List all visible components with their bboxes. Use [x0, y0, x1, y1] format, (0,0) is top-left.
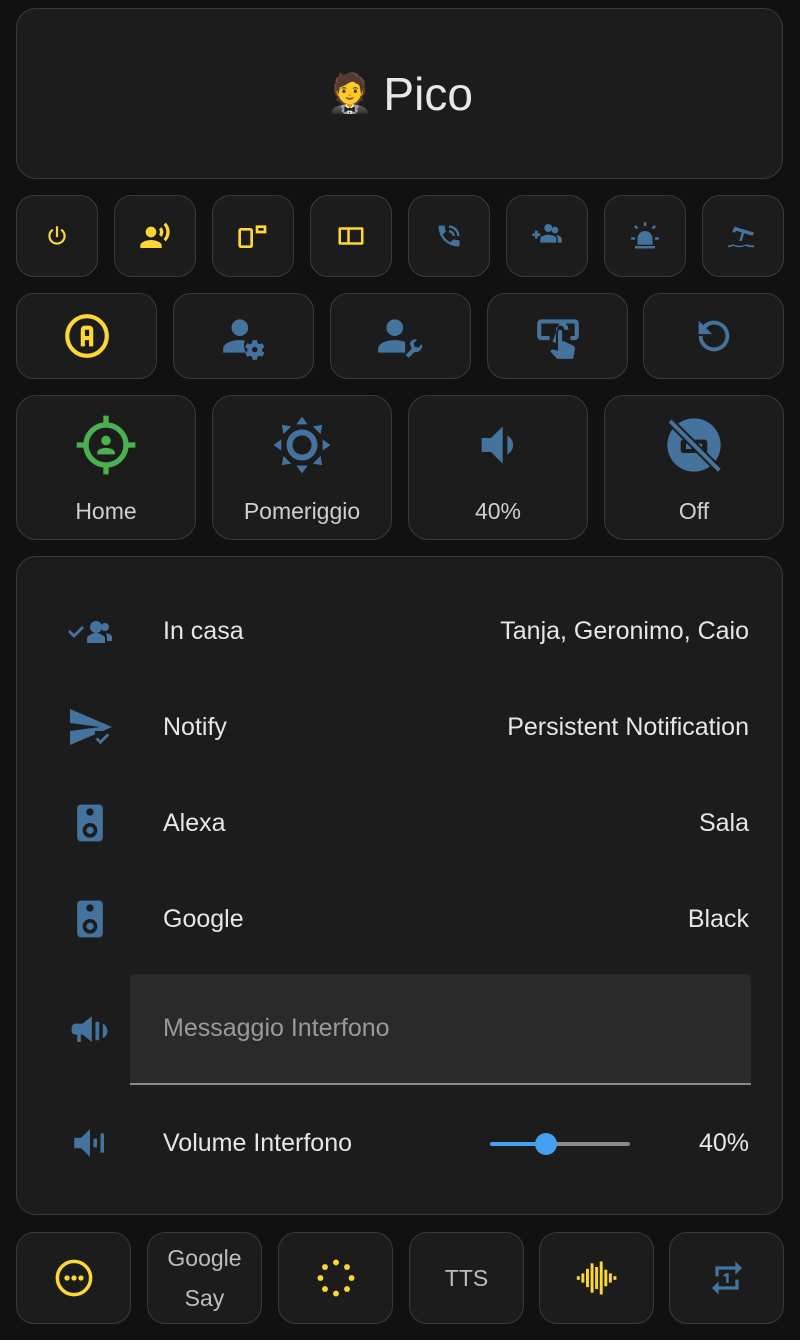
row-notify[interactable]: Notify Persistent Notification — [17, 697, 782, 757]
alpha-a-circle-icon — [64, 314, 109, 358]
row-name: Alexa — [163, 808, 226, 837]
gesture-tap-button[interactable] — [487, 293, 628, 379]
speaker-icon — [77, 804, 103, 842]
alarm-light-icon — [631, 222, 659, 249]
account-wrench-icon — [377, 319, 422, 358]
title-card: 🤵 Pico — [16, 8, 783, 179]
account-voice-button[interactable] — [114, 195, 196, 277]
volume-interfono-slider[interactable] — [490, 1129, 630, 1159]
beach-button[interactable] — [702, 195, 784, 277]
row-volume-intercom: Volume Interfono 40% — [17, 1113, 782, 1173]
account-multiple-check-icon — [68, 621, 112, 643]
waveform-icon — [576, 1261, 616, 1295]
tile-volume-label: 40% — [474, 498, 522, 524]
row-name: Notify — [163, 712, 227, 741]
page-title: Pico — [383, 67, 473, 120]
tile-home-label: Home — [75, 498, 137, 524]
automation-button[interactable] — [16, 293, 157, 379]
google-say-label: Google Say — [167, 1245, 242, 1311]
phone-in-talk-icon — [438, 225, 460, 247]
dots-circle-icon — [316, 1259, 355, 1297]
volume-source-icon — [74, 1129, 104, 1157]
devices-icon — [238, 225, 267, 248]
account-voice-icon — [140, 222, 170, 248]
account-cog-icon — [222, 319, 264, 360]
bullhorn-icon — [71, 1016, 108, 1042]
row-value: 40% — [698, 1128, 749, 1157]
row-value: Black — [687, 904, 749, 933]
tts-button[interactable]: TTS — [409, 1232, 524, 1324]
butler-emoji-icon: 🤵 — [326, 72, 374, 115]
account-multiple-plus-button[interactable] — [506, 195, 588, 277]
repeat-once-button[interactable] — [669, 1232, 784, 1324]
page-layout-sidebar-icon — [338, 227, 364, 245]
restart-button[interactable] — [643, 293, 784, 379]
row-name: Google — [163, 904, 244, 933]
row-value: Sala — [698, 808, 749, 837]
tile-volume[interactable]: 40% — [408, 395, 588, 540]
devices-button[interactable] — [212, 195, 294, 277]
send-check-icon — [70, 709, 113, 749]
repeat-once-icon — [711, 1261, 742, 1295]
row-in-casa[interactable]: In casa Tanja, Geronimo, Caio — [17, 601, 782, 661]
waveform-button[interactable] — [539, 1232, 654, 1324]
row-value: Persistent Notification — [507, 712, 749, 741]
sidebar-layout-button[interactable] — [310, 195, 392, 277]
row-name: Volume Interfono — [163, 1128, 353, 1157]
row-google[interactable]: Google Black — [17, 889, 782, 949]
power-icon — [48, 226, 66, 245]
account-cog-button[interactable] — [173, 293, 314, 379]
brightness-icon — [273, 416, 331, 474]
tile-home[interactable]: Home — [16, 395, 196, 540]
row-value: Tanja, Geronimo, Caio — [500, 616, 749, 645]
phone-in-talk-button[interactable] — [408, 195, 490, 277]
more-options-button[interactable] — [16, 1232, 131, 1324]
beach-icon — [728, 226, 755, 248]
power-button[interactable] — [16, 195, 98, 277]
account-multiple-plus-icon — [532, 224, 562, 243]
entities-card: In casa Tanja, Geronimo, Caio Notify Per… — [16, 556, 783, 1215]
google-say-button[interactable]: Google Say — [147, 1232, 262, 1324]
intercom-message-field[interactable] — [130, 974, 751, 1085]
dots-horizontal-circle-icon — [55, 1259, 92, 1297]
gesture-tap-button-icon — [536, 319, 579, 359]
volume-medium-icon — [481, 426, 514, 464]
tile-time-label: Pomeriggio — [243, 498, 361, 524]
speaker-icon — [77, 900, 103, 938]
robot-off-icon — [667, 418, 723, 474]
row-alexa[interactable]: Alexa Sala — [17, 793, 782, 853]
tile-time-of-day[interactable]: Pomeriggio — [212, 395, 392, 540]
target-account-icon — [76, 415, 136, 475]
intercom-message-input[interactable] — [130, 974, 751, 1083]
dots-circle-button[interactable] — [278, 1232, 393, 1324]
row-name: In casa — [163, 616, 244, 645]
account-wrench-button[interactable] — [330, 293, 471, 379]
tile-robot[interactable]: Off — [604, 395, 784, 540]
slider-thumb[interactable] — [535, 1133, 557, 1155]
alarm-light-button[interactable] — [604, 195, 686, 277]
tts-label: TTS — [444, 1265, 489, 1291]
restart-icon — [698, 320, 729, 352]
tile-robot-label: Off — [678, 498, 710, 524]
